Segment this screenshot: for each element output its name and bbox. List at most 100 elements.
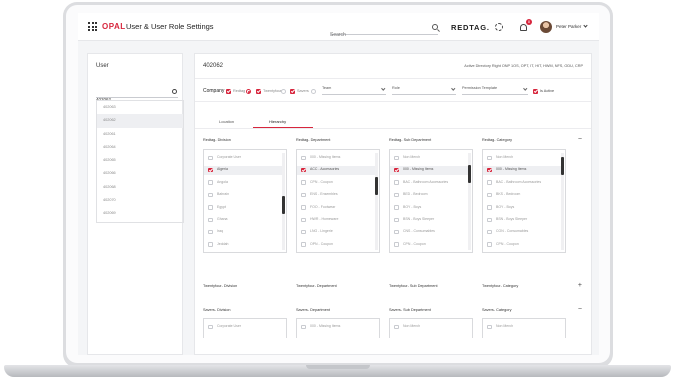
item-label: Angola	[217, 179, 228, 184]
item-checkbox[interactable]	[487, 192, 492, 198]
item-checkbox[interactable]	[394, 180, 399, 185]
search-icon[interactable]	[172, 89, 177, 94]
tab-hierarchy[interactable]: Hierarchy	[269, 119, 286, 124]
user-list-item[interactable]: 402070	[97, 194, 183, 207]
hierarchy-list-box: Non Merch 000 - Missing Items BAC - Bathro…	[389, 149, 473, 253]
scrollbar[interactable]	[375, 153, 378, 250]
item-label: Jeddah	[217, 241, 229, 246]
user-list-item[interactable]: 402063	[97, 101, 183, 114]
hierarchy-list-item[interactable]: Algeria	[204, 166, 282, 176]
item-checkbox[interactable]	[208, 242, 213, 247]
is-active-checkbox[interactable]	[533, 89, 538, 94]
item-checkbox[interactable]	[394, 217, 399, 222]
chevron-down-icon[interactable]	[583, 23, 588, 28]
item-checkbox[interactable]	[301, 242, 306, 247]
item-checkbox[interactable]	[301, 205, 306, 210]
brand-logo[interactable]: OPAL	[102, 22, 126, 31]
company-radio-redtag[interactable]	[246, 89, 251, 94]
item-checkbox[interactable]	[394, 242, 399, 247]
item-checkbox[interactable]	[208, 167, 213, 173]
apps-grid-icon[interactable]	[88, 22, 97, 31]
global-search-input[interactable]	[330, 32, 420, 38]
user-detail-panel: 402062 Active Directory Right ONP 1OS, O…	[194, 53, 592, 355]
hierarchy-list-item[interactable]: 000 - Missing Items	[390, 166, 468, 176]
item-checkbox[interactable]	[301, 229, 306, 235]
chevron-down-icon	[450, 86, 455, 91]
item-label: FOO - Footwear	[310, 204, 336, 209]
gear-icon[interactable]	[495, 23, 503, 31]
bell-icon[interactable]	[520, 24, 527, 31]
item-checkbox[interactable]	[208, 205, 213, 210]
avatar[interactable]	[540, 21, 552, 33]
search-icon[interactable]	[432, 24, 438, 30]
item-checkbox[interactable]	[301, 217, 306, 222]
user-panel-title: User	[96, 63, 109, 69]
company-checkbox-twentyfour[interactable]	[256, 89, 261, 94]
hierarchy-list-item[interactable]: ACC - Accessories	[297, 166, 375, 176]
item-checkbox[interactable]	[487, 167, 492, 173]
item-checkbox[interactable]	[487, 180, 492, 185]
user-search[interactable]	[96, 88, 178, 102]
scrollbar[interactable]	[561, 153, 564, 250]
company-checkbox-savers[interactable]	[290, 89, 295, 94]
item-checkbox[interactable]	[301, 167, 306, 173]
item-checkbox[interactable]	[208, 192, 213, 198]
scrollbar-thumb[interactable]	[282, 196, 285, 215]
item-label: 000 - Missing Items	[403, 167, 434, 172]
global-search[interactable]	[330, 23, 438, 38]
company-label: Company	[203, 88, 225, 94]
user-list-item[interactable]: 402064	[97, 141, 183, 154]
collapse-icon[interactable]: −	[578, 136, 582, 143]
permission-template-dropdown[interactable]: Permission Template	[462, 86, 528, 95]
user-list-item[interactable]: 402066	[97, 167, 183, 180]
item-checkbox[interactable]	[394, 229, 399, 235]
item-label: CPN - Coupon	[403, 241, 426, 246]
item-label: Corporate User	[217, 155, 241, 159]
tab-location[interactable]: Location	[219, 119, 234, 124]
user-list-item[interactable]: 402068	[97, 181, 183, 194]
user-list-item[interactable]: 402065	[97, 154, 183, 167]
item-checkbox[interactable]	[394, 155, 399, 160]
scrollbar[interactable]	[468, 153, 471, 250]
expand-icon[interactable]: +	[578, 282, 582, 289]
item-checkbox[interactable]	[487, 155, 492, 160]
user-name[interactable]: Peter Parker	[556, 24, 581, 29]
item-label: Non Merch	[403, 324, 421, 328]
company-checkbox-redtag[interactable]	[226, 89, 231, 94]
company-radio-twentyfour[interactable]	[281, 89, 286, 94]
user-list-item[interactable]: 402062	[97, 114, 183, 128]
scrollbar-thumb[interactable]	[561, 156, 564, 175]
item-checkbox[interactable]	[394, 324, 399, 329]
item-checkbox[interactable]	[394, 205, 399, 210]
scrollbar-thumb[interactable]	[375, 176, 378, 195]
column-title: Redtag- Division	[203, 138, 231, 142]
user-list-item[interactable]: 402069	[97, 207, 183, 220]
item-checkbox[interactable]	[301, 192, 306, 198]
item-label: CPN - Coupon	[496, 241, 519, 246]
scrollbar-thumb[interactable]	[468, 164, 471, 183]
item-checkbox[interactable]	[487, 324, 492, 329]
item-checkbox[interactable]	[208, 217, 213, 222]
column-title: Redtag- Department	[296, 138, 331, 142]
item-checkbox[interactable]	[301, 324, 306, 329]
item-checkbox[interactable]	[394, 167, 399, 173]
hierarchy-list-item[interactable]: 000 - Missing Items	[483, 166, 561, 176]
laptop-notch	[306, 365, 370, 369]
item-checkbox[interactable]	[208, 229, 213, 235]
item-checkbox[interactable]	[487, 205, 492, 210]
role-dropdown[interactable]: Role	[392, 86, 456, 95]
item-checkbox[interactable]	[487, 229, 492, 235]
company-radio-savers[interactable]	[311, 89, 316, 94]
item-checkbox[interactable]	[301, 155, 306, 160]
scrollbar[interactable]	[282, 153, 285, 250]
user-list-item[interactable]: 402061	[97, 128, 183, 141]
item-checkbox[interactable]	[487, 242, 492, 247]
team-dropdown[interactable]: Team	[322, 86, 386, 95]
item-checkbox[interactable]	[301, 180, 306, 185]
item-checkbox[interactable]	[394, 192, 399, 198]
item-checkbox[interactable]	[208, 155, 213, 160]
item-checkbox[interactable]	[487, 217, 492, 222]
item-checkbox[interactable]	[208, 324, 213, 329]
collapse-icon[interactable]: −	[578, 306, 582, 313]
item-checkbox[interactable]	[208, 180, 213, 185]
